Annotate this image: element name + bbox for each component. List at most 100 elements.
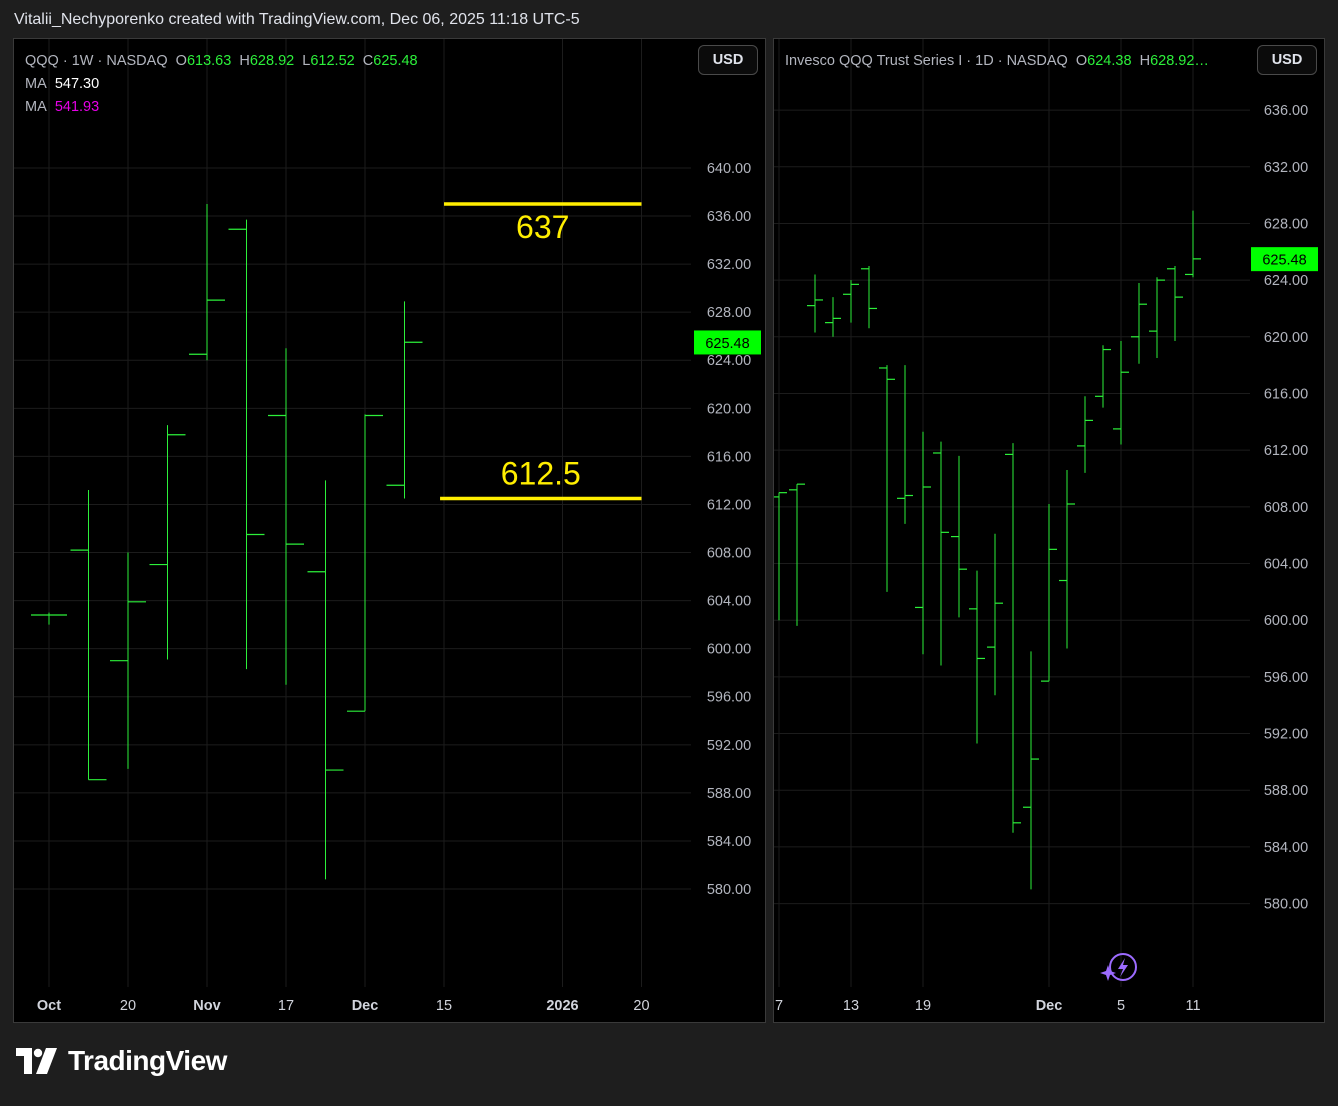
ohlc-bar[interactable]	[1185, 210, 1201, 278]
ohlc-bar[interactable]	[1041, 504, 1057, 682]
ohlc-bar[interactable]	[861, 265, 877, 329]
price-tick-label: 636.00	[707, 209, 751, 225]
ohlc-bar[interactable]	[70, 490, 107, 781]
ohlc-bar[interactable]	[110, 552, 146, 769]
price-tick-label: 592.00	[1264, 727, 1308, 743]
time-tick-label: Nov	[193, 998, 220, 1014]
daily-chart-pane[interactable]: 636.00 632.00 628.00 624.00 620.00 616.00 612.…	[773, 38, 1325, 1023]
ohlc-bar[interactable]	[1113, 341, 1129, 445]
currency-button[interactable]: USD	[698, 45, 758, 75]
price-tick-label: 580.00	[707, 882, 751, 898]
high-value: 628.92…	[1150, 53, 1209, 69]
ohlc-bar[interactable]	[1167, 265, 1183, 342]
price-tick-label: 624.00	[1264, 273, 1308, 289]
price-tick-label: 640.00	[707, 161, 751, 177]
time-tick-label: 11	[1185, 998, 1200, 1014]
ohlc-bar[interactable]	[228, 219, 265, 670]
price-tick-label: 632.00	[707, 257, 751, 273]
last-price-label: 625.48	[705, 336, 749, 352]
ohlc-bar[interactable]	[987, 533, 1003, 696]
symbol-title[interactable]: Invesco QQQ Trust Series I · 1D · NASDAQ	[785, 53, 1068, 69]
ma2-value: 541.93	[54, 99, 100, 115]
sparkle-icon	[1100, 965, 1116, 981]
ma1-legend[interactable]: MA 547.30	[25, 73, 418, 96]
time-tick-label: 2026	[546, 998, 578, 1014]
price-tick-label: 584.00	[707, 834, 751, 850]
price-tick-label: 608.00	[707, 546, 751, 562]
ohlc-bar[interactable]	[897, 365, 913, 524]
currency-button[interactable]: USD	[1257, 45, 1317, 75]
tradingview-wordmark: TradingView	[68, 1045, 227, 1076]
time-tick-label: 13	[843, 998, 859, 1014]
high-value: 628.92	[249, 53, 295, 69]
price-tick-label: 620.00	[707, 401, 751, 417]
ohlc-bar[interactable]	[1077, 396, 1093, 473]
time-tick-label: Dec	[352, 998, 379, 1014]
lightning-icon[interactable]	[1100, 953, 1137, 981]
price-tick-label: 620.00	[1264, 330, 1308, 346]
price-tick-label: 600.00	[707, 642, 751, 658]
price-tick-label: 596.00	[707, 690, 751, 706]
close-value: 625.48	[373, 53, 418, 69]
ohlc-bar[interactable]	[933, 441, 949, 666]
ohlc-bar[interactable]	[1059, 469, 1075, 649]
price-tick-label: 608.00	[1264, 500, 1308, 516]
price-tick-label: 604.00	[1264, 557, 1308, 573]
ohlc-bar[interactable]	[969, 570, 985, 744]
daily-chart-svg[interactable]: 636.00 632.00 628.00 624.00 620.00 616.00 612.…	[774, 39, 1325, 1023]
ohlc-bar[interactable]	[1149, 277, 1165, 359]
time-tick-label: Oct	[37, 998, 61, 1014]
time-tick-label: 19	[915, 998, 931, 1014]
ohlc-bar[interactable]	[149, 425, 186, 660]
ohlc-bar[interactable]	[1005, 443, 1021, 833]
tradingview-logo[interactable]: TradingView	[16, 1045, 227, 1077]
attribution-header: Vitalii_Nechyporenko created with Tradin…	[14, 11, 580, 28]
ohlc-bar[interactable]	[825, 297, 841, 337]
weekly-legend: QQQ · 1W · NASDAQ O613.63 H628.92 L612.5…	[25, 50, 418, 119]
ohlc-bar[interactable]	[31, 612, 67, 625]
level-label: 637	[516, 209, 569, 245]
lightning-icon-bolt	[1118, 958, 1128, 977]
ohlc-bar[interactable]	[307, 480, 344, 880]
ohlc-bar[interactable]	[189, 204, 225, 361]
daily-legend: Invesco QQQ Trust Series I · 1D · NASDAQ…	[785, 53, 1209, 69]
time-tick-label: Dec	[1036, 998, 1063, 1014]
ohlc-bar[interactable]	[843, 280, 859, 323]
ohlc-bar[interactable]	[774, 492, 787, 621]
price-tick-label: 580.00	[1264, 897, 1308, 913]
time-tick-label: 17	[278, 998, 294, 1014]
weekly-chart-pane[interactable]: 640.00 636.00 632.00 628.00 624.00 620.00 616.…	[13, 38, 766, 1023]
ohlc-bar[interactable]	[807, 274, 823, 333]
price-tick-label: 616.00	[707, 449, 751, 465]
price-tick-label: 624.00	[707, 353, 751, 369]
time-tick-label: 5	[1117, 998, 1125, 1014]
ohlc-bar[interactable]	[1095, 345, 1111, 408]
open-value: 613.63	[186, 53, 232, 69]
last-price-label: 625.48	[1262, 253, 1306, 269]
ohlc-bar[interactable]	[347, 414, 383, 712]
weekly-chart-svg[interactable]: 640.00 636.00 632.00 628.00 624.00 620.00 616.…	[14, 39, 766, 1023]
ohlc-bar[interactable]	[915, 431, 931, 655]
ohlc-bar[interactable]	[1023, 651, 1039, 890]
open-value: 624.38	[1087, 53, 1132, 69]
price-tick-label: 588.00	[707, 786, 751, 802]
ohlc-bar[interactable]	[879, 365, 895, 592]
ohlc-bar[interactable]	[1131, 282, 1147, 364]
time-tick-label: 7	[775, 998, 783, 1014]
ohlc-bar[interactable]	[789, 483, 805, 626]
ohlc-bar[interactable]	[268, 348, 304, 685]
price-tick-label: 616.00	[1264, 386, 1308, 402]
ohlc-bar[interactable]	[951, 455, 967, 618]
ma1-value: 547.30	[54, 76, 100, 92]
price-tick-label: 612.00	[707, 497, 751, 513]
price-tick-label: 604.00	[707, 594, 751, 610]
price-tick-label: 588.00	[1264, 783, 1308, 799]
tradingview-logo-icon	[16, 1048, 57, 1074]
price-tick-label: 636.00	[1264, 103, 1308, 119]
price-tick-label: 628.00	[1264, 216, 1308, 232]
ohlc-bar[interactable]	[386, 301, 423, 499]
time-tick-label: 20	[633, 998, 649, 1014]
price-tick-label: 628.00	[707, 305, 751, 321]
ma2-legend[interactable]: MA 541.93	[25, 96, 418, 119]
symbol-label[interactable]: QQQ · 1W · NASDAQ	[25, 53, 168, 69]
